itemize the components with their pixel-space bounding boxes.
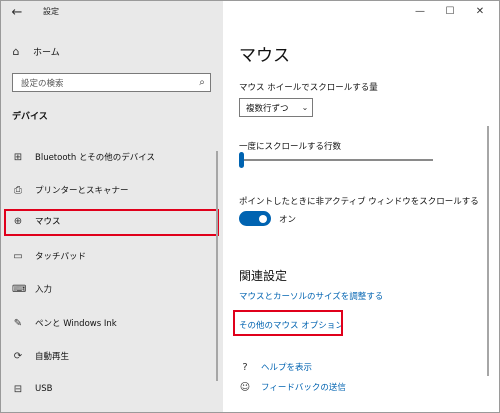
chevron-down-icon: ⌄ [301,103,309,112]
help-label: ヘルプを表示 [261,363,313,373]
wheel-scroll-value: 複数行ずつ [246,103,289,114]
slider-track [239,159,433,161]
inactive-scroll-toggle[interactable] [239,211,271,226]
sidebar-item-bluetooth[interactable]: ⊞ Bluetooth とその他のデバイス [1,143,223,171]
home-link[interactable]: ⌂ ホーム [9,41,209,61]
keyboard-icon: ⌨ [12,283,27,295]
sidebar-item-label: プリンターとスキャナー [35,186,129,196]
sidebar-item-usb[interactable]: ⊟ USB [1,375,223,403]
printer-icon: ⎙ [14,184,22,196]
toggle-knob [259,214,267,223]
wheel-scroll-select[interactable]: 複数行ずつ ⌄ [239,98,313,117]
feedback-icon: ☺ [239,381,251,393]
inactive-scroll-label: ポイントしたときに非アクティブ ウィンドウをスクロールする [239,197,479,207]
minimize-icon[interactable]: — [405,4,435,20]
section-title-devices: デバイス [12,112,48,122]
maximize-icon[interactable]: ☐ [435,4,465,20]
search-placeholder: 設定の検索 [21,78,64,89]
settings-window: ← 設定 ⌂ ホーム 設定の検索 ⌕ デバイス ⊞ Bluetooth とその他… [0,0,500,413]
back-arrow-icon[interactable]: ← [7,4,27,22]
mouse-highlight-box [4,209,219,236]
sidebar-item-label: 入力 [35,285,53,295]
sidebar-item-printers[interactable]: ⎙ プリンターとスキャナー [1,176,223,204]
lines-slider-label: 一度にスクロールする行数 [239,142,342,152]
home-label: ホーム [33,47,60,58]
sidebar-item-touchpad[interactable]: ▭ タッチパッド [1,242,223,270]
main-scrollbar[interactable] [487,126,489,376]
usb-icon: ⊟ [13,383,23,395]
adjust-size-link[interactable]: マウスとカーソルのサイズを調整する [239,290,383,302]
page-title: マウス [239,46,290,66]
title-bar: ← 設定 [1,1,223,25]
other-options-highlight-box [233,310,343,336]
search-icon[interactable]: ⌕ [194,77,210,88]
search-input[interactable]: 設定の検索 ⌕ [12,73,211,92]
sidebar-item-pen[interactable]: ✎ ペンと Windows Ink [1,309,223,337]
window-controls: — ☐ ✕ [405,4,495,20]
sidebar-item-label: USB [35,384,53,394]
slider-thumb[interactable] [239,152,244,168]
home-icon: ⌂ [12,44,20,58]
sidebar-item-label: 自動再生 [35,352,70,362]
touchpad-icon: ▭ [13,250,23,262]
help-icon: ? [242,361,248,373]
sidebar-item-input[interactable]: ⌨ 入力 [1,275,223,303]
pen-icon: ✎ [13,317,23,329]
bluetooth-devices-icon: ⊞ [13,151,23,163]
close-icon[interactable]: ✕ [465,4,495,20]
related-settings-title: 関連設定 [239,269,288,283]
window-title: 設定 [43,7,59,16]
sidebar: ← 設定 ⌂ ホーム 設定の検索 ⌕ デバイス ⊞ Bluetooth とその他… [1,1,223,412]
autoplay-icon: ⟳ [13,350,23,362]
sidebar-item-label: ペンと Windows Ink [35,319,117,329]
sidebar-scrollbar[interactable] [216,151,218,381]
sidebar-item-label: タッチパッド [35,252,87,262]
feedback-link[interactable]: ☺ フィードバックの送信 [239,381,346,394]
toggle-state-text: オン [279,215,297,225]
sidebar-item-autoplay[interactable]: ⟳ 自動再生 [1,342,223,370]
help-link[interactable]: ? ヘルプを表示 [239,361,313,374]
sidebar-item-label: Bluetooth とその他のデバイス [35,153,155,163]
wheel-scroll-label: マウス ホイールでスクロールする量 [239,83,378,93]
main-content: — ☐ ✕ マウス マウス ホイールでスクロールする量 複数行ずつ ⌄ 一度にス… [223,1,499,412]
lines-slider[interactable] [239,152,433,168]
feedback-label: フィードバックの送信 [261,383,346,393]
